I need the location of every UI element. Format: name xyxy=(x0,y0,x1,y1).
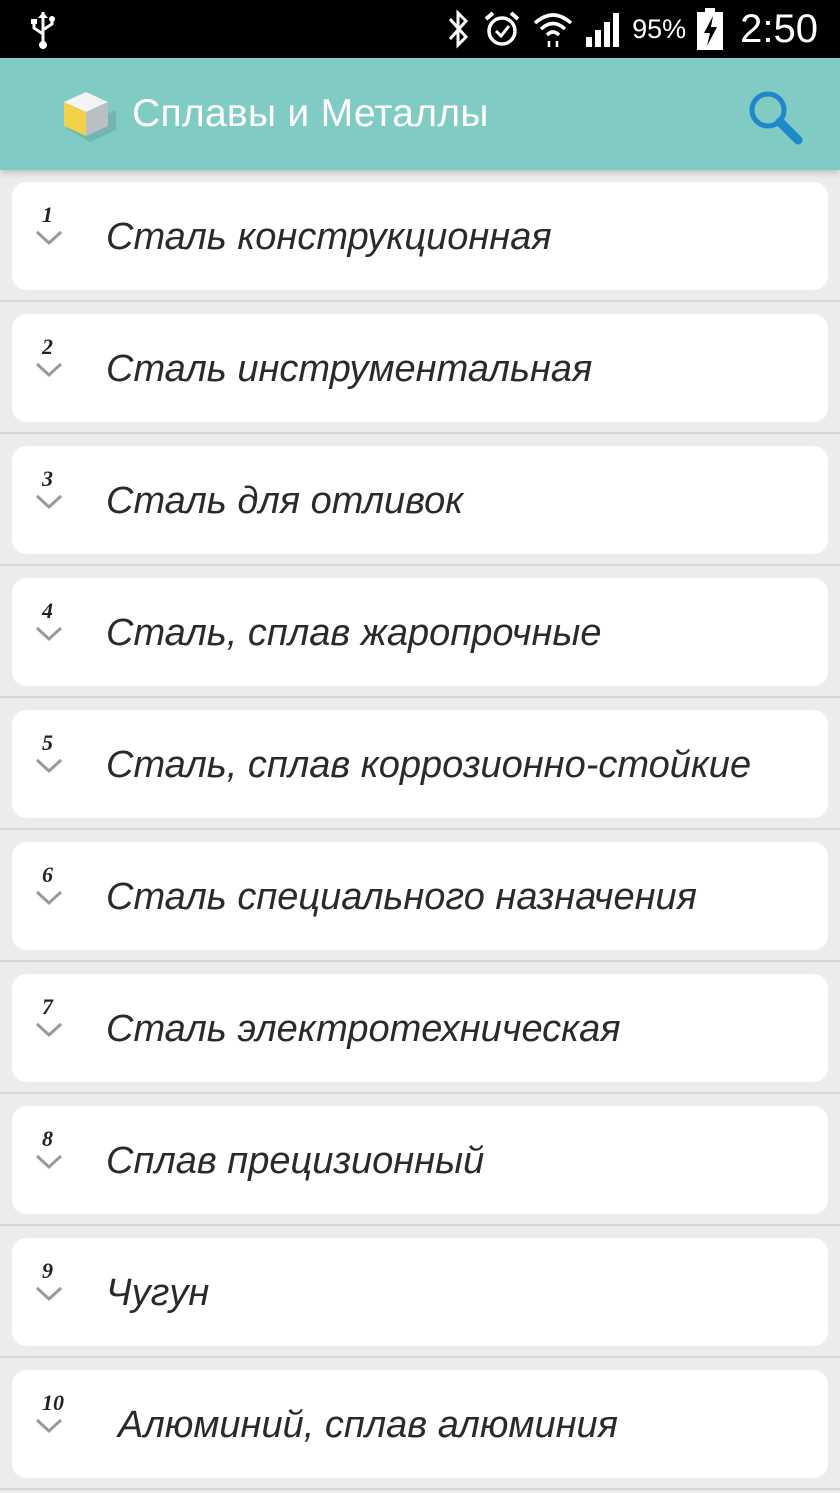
list-item: 4 Сталь, сплав жаропрочные xyxy=(0,566,840,698)
item-label: Чугун xyxy=(106,1272,210,1314)
list-item-card[interactable]: 4 Сталь, сплав жаропрочные xyxy=(12,578,828,686)
chevron-down-icon[interactable] xyxy=(34,1152,64,1172)
item-label: Алюминий, сплав алюминия xyxy=(118,1404,618,1446)
cube-app-icon xyxy=(64,92,116,142)
list-item: 7 Сталь электротехническая xyxy=(0,962,840,1094)
list-item-card[interactable]: 5 Сталь, сплав коррозионно-стойкие xyxy=(12,710,828,818)
list-item-card[interactable]: 10 Алюминий, сплав алюминия xyxy=(12,1370,828,1478)
item-number: 6 xyxy=(42,862,53,887)
item-number: 9 xyxy=(42,1258,53,1283)
battery-percent: 95% xyxy=(632,13,687,44)
list-item-card[interactable]: 1 Сталь конструкционная xyxy=(12,182,828,290)
list-item-card[interactable]: 2 Сталь инструментальная xyxy=(12,314,828,422)
item-label: Сталь для отливок xyxy=(106,480,464,522)
list-item: 3 Сталь для отливок xyxy=(0,434,840,566)
chevron-down-icon[interactable] xyxy=(34,228,64,248)
item-label: Сталь, сплав жаропрочные xyxy=(106,612,602,654)
chevron-down-icon[interactable] xyxy=(34,756,64,776)
item-label: Сталь специального назначения xyxy=(106,876,697,918)
app-bar: Сплавы и Металлы xyxy=(0,58,840,170)
list-item-card[interactable]: 6 Сталь специального назначения xyxy=(12,842,828,950)
item-label: Сплав прецизионный xyxy=(106,1140,485,1182)
item-number: 5 xyxy=(42,730,53,755)
chevron-down-icon[interactable] xyxy=(34,492,64,512)
category-list: 1 Сталь конструкционная 2 Сталь инструме… xyxy=(0,170,840,1490)
item-label: Сталь инструментальная xyxy=(106,348,593,390)
chevron-down-icon[interactable] xyxy=(34,1020,64,1040)
status-bar: 95% 2:50 xyxy=(0,0,840,58)
item-label: Сталь конструкционная xyxy=(106,216,552,258)
list-item-card[interactable]: 8 Сплав прецизионный xyxy=(12,1106,828,1214)
chevron-down-icon[interactable] xyxy=(34,624,64,644)
chevron-down-icon[interactable] xyxy=(34,360,64,380)
chevron-down-icon[interactable] xyxy=(34,1416,64,1436)
item-number: 7 xyxy=(42,994,53,1019)
wifi-icon xyxy=(533,13,573,47)
item-number: 4 xyxy=(42,598,53,623)
battery-charging-icon xyxy=(697,8,724,50)
search-icon[interactable] xyxy=(744,86,806,148)
item-number: 1 xyxy=(42,202,53,227)
list-item-card[interactable]: 9 Чугун xyxy=(12,1238,828,1346)
item-number: 8 xyxy=(42,1126,53,1151)
list-item: 1 Сталь конструкционная xyxy=(0,170,840,302)
chevron-down-icon[interactable] xyxy=(34,1284,64,1304)
list-item: 2 Сталь инструментальная xyxy=(0,302,840,434)
usb-icon xyxy=(31,12,55,49)
clock: 2:50 xyxy=(740,6,818,51)
alarm-icon xyxy=(484,11,520,46)
chevron-down-icon[interactable] xyxy=(34,888,64,908)
app-title: Сплавы и Металлы xyxy=(132,92,489,135)
item-label: Сталь, сплав коррозионно-стойкие xyxy=(106,744,752,786)
signal-icon xyxy=(586,13,620,47)
list-item-card[interactable]: 3 Сталь для отливок xyxy=(12,446,828,554)
item-number: 2 xyxy=(42,334,53,359)
list-item-card[interactable]: 7 Сталь электротехническая xyxy=(12,974,828,1082)
list-item: 10 Алюминий, сплав алюминия xyxy=(0,1358,840,1490)
list-item: 8 Сплав прецизионный xyxy=(0,1094,840,1226)
item-number: 10 xyxy=(42,1390,64,1415)
bluetooth-icon xyxy=(448,9,469,49)
list-item: 5 Сталь, сплав коррозионно-стойкие xyxy=(0,698,840,830)
list-item: 6 Сталь специального назначения xyxy=(0,830,840,962)
list-item: 9 Чугун xyxy=(0,1226,840,1358)
item-label: Сталь электротехническая xyxy=(106,1008,621,1050)
item-number: 3 xyxy=(42,466,53,491)
